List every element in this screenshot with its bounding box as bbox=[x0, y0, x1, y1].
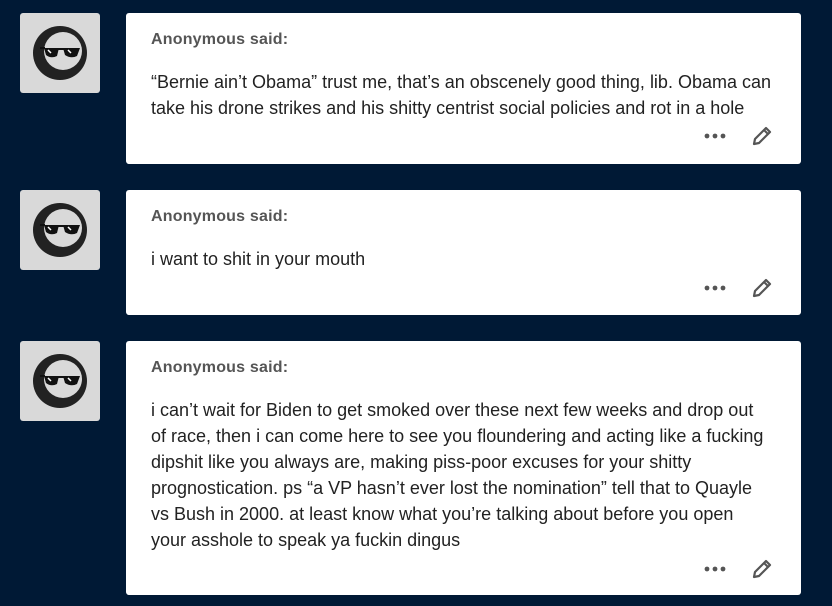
edit-button[interactable] bbox=[749, 275, 775, 301]
post-actions bbox=[703, 275, 775, 301]
asker-avatar bbox=[20, 13, 100, 93]
edit-button[interactable] bbox=[749, 123, 775, 149]
pencil-icon bbox=[752, 278, 772, 298]
anonymous-avatar-icon bbox=[33, 26, 87, 80]
more-options-button[interactable] bbox=[703, 557, 727, 581]
ask-question-text: i can’t wait for Biden to get smoked ove… bbox=[151, 400, 764, 550]
more-options-button[interactable] bbox=[703, 124, 727, 148]
asker-name: Anonymous said: bbox=[151, 208, 289, 225]
pencil-icon bbox=[752, 126, 772, 146]
anonymous-avatar-icon bbox=[33, 203, 87, 257]
asker-name: Anonymous said: bbox=[151, 359, 289, 376]
ask-question-text: “Bernie ain’t Obama” trust me, that’s an… bbox=[151, 72, 771, 118]
ask-card: Anonymous said: i want to shit in your m… bbox=[126, 190, 801, 315]
post-actions bbox=[703, 123, 775, 149]
ellipsis-icon bbox=[704, 285, 726, 291]
more-options-button[interactable] bbox=[703, 276, 727, 300]
asker-name: Anonymous said: bbox=[151, 31, 289, 48]
anonymous-avatar-icon bbox=[33, 354, 87, 408]
ask-card: Anonymous said: i can’t wait for Biden t… bbox=[126, 341, 801, 595]
ellipsis-icon bbox=[704, 133, 726, 139]
asker-avatar bbox=[20, 341, 100, 421]
ask-question-text: i want to shit in your mouth bbox=[151, 249, 366, 269]
ask-card: Anonymous said: “Bernie ain’t Obama” tru… bbox=[126, 13, 801, 164]
post-actions bbox=[703, 556, 775, 582]
edit-button[interactable] bbox=[749, 556, 775, 582]
pencil-icon bbox=[752, 559, 772, 579]
ellipsis-icon bbox=[704, 566, 726, 572]
asker-avatar bbox=[20, 190, 100, 270]
